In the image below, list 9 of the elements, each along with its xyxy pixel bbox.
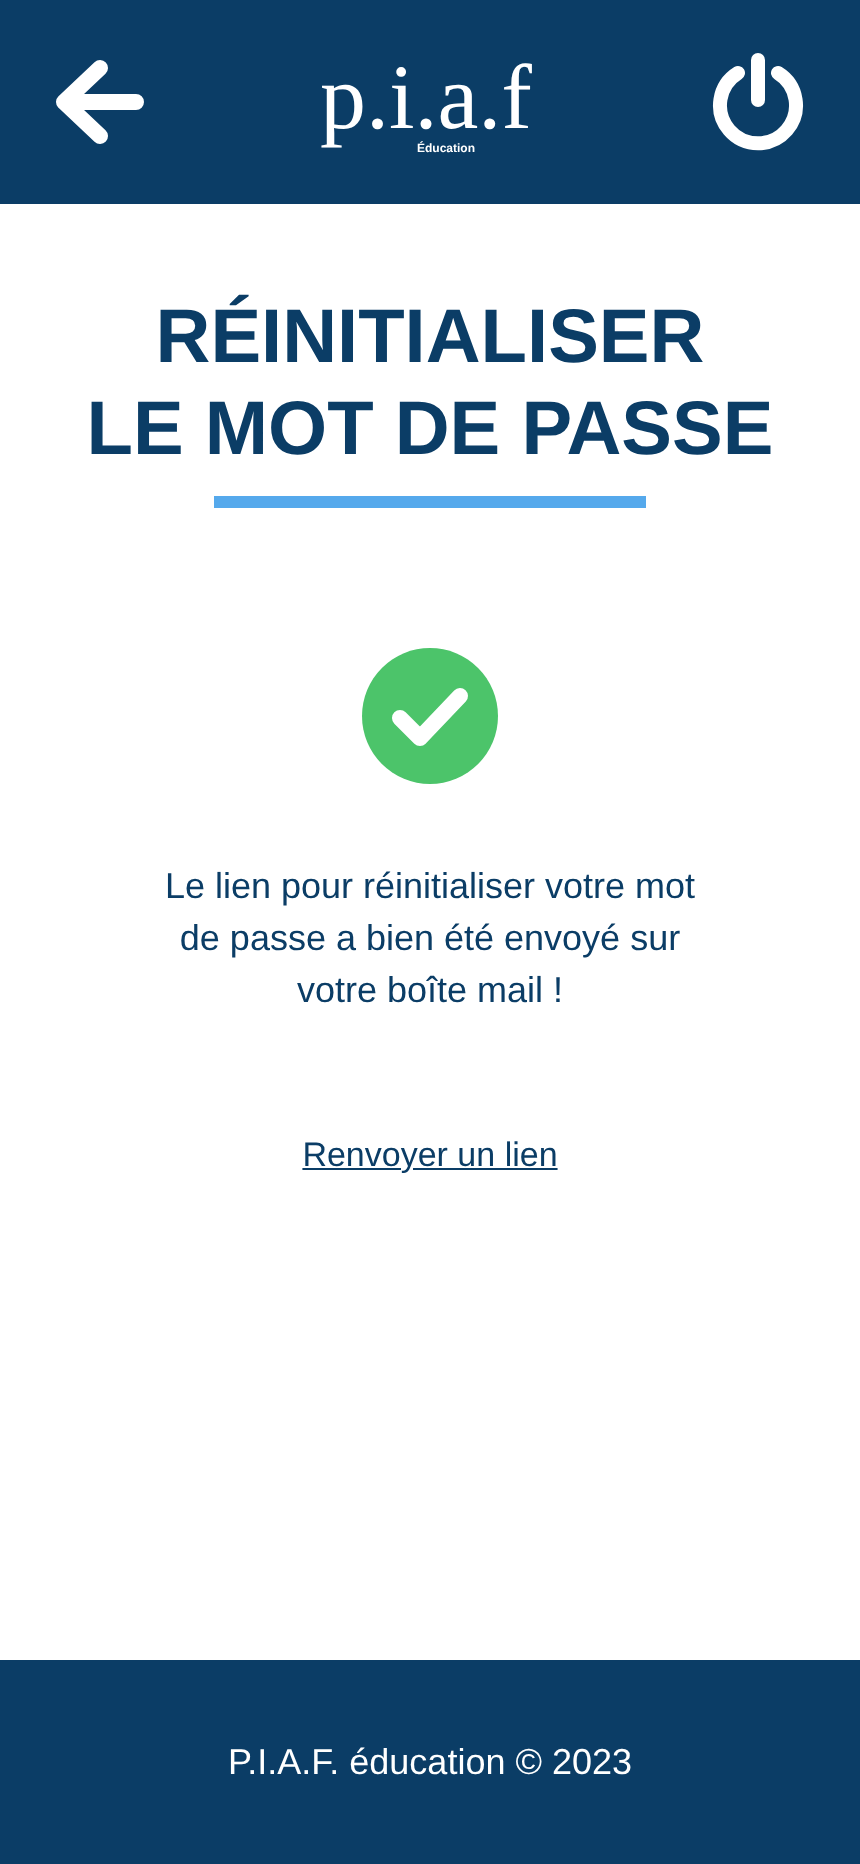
confirmation-message: Le lien pour réinitialiser votre mot de passe a bien été envoyé sur votre boîte mail ! (162, 864, 698, 1014)
page-title: RÉINITIALISER LE MOT DE PASSE (86, 292, 774, 476)
arrow-left-icon (52, 58, 144, 146)
back-button[interactable] (52, 58, 144, 146)
copyright-text: P.I.A.F. éducation © 2023 (227, 1741, 633, 1783)
success-check-icon (362, 648, 498, 784)
power-icon (707, 52, 808, 152)
logout-button[interactable] (707, 52, 808, 152)
resend-link[interactable]: Renvoyer un lien (302, 1136, 558, 1176)
